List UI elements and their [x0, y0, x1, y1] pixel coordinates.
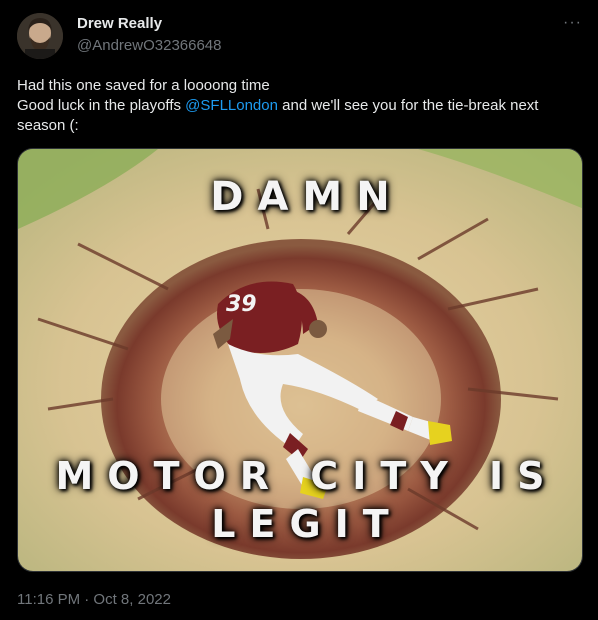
meme-bottom-text-line1: MOTOR CITY IS: [55, 454, 559, 498]
more-options-icon[interactable]: ···: [563, 14, 582, 32]
tweet-media-image[interactable]: DAMN 39 MOTOR CITY IS LEGIT: [17, 148, 583, 572]
author-handle[interactable]: @AndrewO32366648: [77, 37, 222, 54]
tweet-timestamp[interactable]: 11:16 PM · Oct 8, 2022: [17, 591, 171, 608]
author-display-name[interactable]: Drew Really: [77, 15, 162, 32]
tweet-text-line1: Had this one saved for a loooong time: [17, 77, 270, 94]
tweet-text-prefix: Good luck in the playoffs: [17, 97, 186, 114]
tweet-text-line2: Good luck in the playoffs @SFLLondon and…: [17, 96, 577, 136]
tweet[interactable]: Drew Really @AndrewO32366648 ··· Had thi…: [0, 0, 598, 620]
tweet-text: Had this one saved for a loooong time Go…: [17, 76, 577, 136]
mention-link[interactable]: @SFLLondon: [185, 97, 278, 114]
jersey-number: 39: [226, 292, 257, 317]
meme-bottom-text-line2: LEGIT: [211, 502, 403, 546]
meme-top-text: DAMN: [210, 174, 404, 220]
avatar[interactable]: [17, 13, 63, 59]
